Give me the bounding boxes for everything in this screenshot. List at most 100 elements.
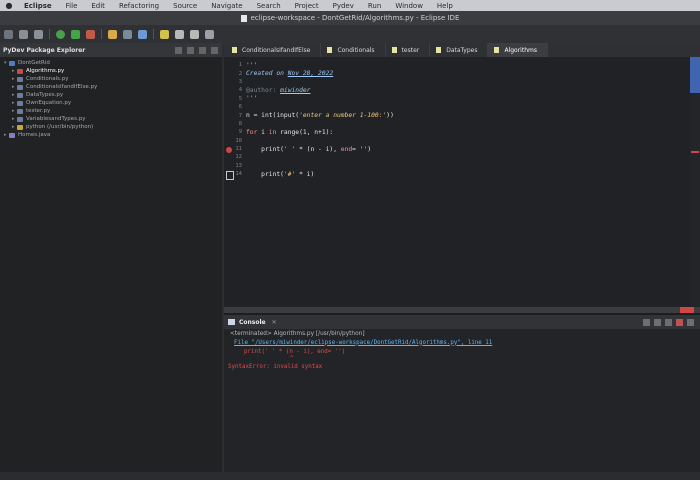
code-area[interactable]: 1 ''' 2 Created on Nov 28, 2022 3 4 @author… [224, 57, 700, 181]
error-marker-icon[interactable] [226, 147, 232, 154]
menu-project[interactable]: Project [295, 2, 319, 10]
tree-item-tester[interactable]: ▸ tester.py [0, 107, 222, 115]
code-line: 5 ''' [238, 95, 258, 103]
overview-ruler-thumb[interactable] [690, 57, 700, 93]
code-line: 7n = int(input('enter a number 1-100:')) [238, 112, 394, 120]
toolbar-divider [101, 29, 102, 39]
menu-help[interactable]: Help [437, 2, 453, 10]
code-line: 3 [238, 78, 242, 85]
remove-launch-icon[interactable] [654, 318, 661, 326]
document-icon [240, 14, 247, 22]
menu-window[interactable]: Window [395, 2, 423, 10]
terminate-icon[interactable] [676, 318, 683, 326]
console-icon [228, 319, 235, 325]
tree-item-project[interactable]: ▾ DontGetRid [0, 59, 222, 67]
macos-menubar: ● Eclipse File Edit Refactoring Source N… [0, 0, 700, 11]
menu-search[interactable]: Search [257, 2, 281, 10]
console-status-line: <terminated> Algorithms.py [/usr/bin/pyt… [230, 330, 365, 337]
pen-icon[interactable] [108, 29, 117, 39]
console-controls [639, 318, 694, 326]
tab-tester[interactable]: tester [386, 43, 431, 57]
menu-edit[interactable]: Edit [91, 2, 105, 10]
python-file-icon [17, 100, 23, 106]
pin-icon[interactable] [205, 29, 214, 39]
link-editor-icon[interactable] [187, 46, 194, 54]
tree-item-conditionals[interactable]: ▸ Conditionals.py [0, 75, 222, 83]
tab-datatypes[interactable]: DataTypes [430, 43, 489, 57]
package-explorer-header: PyDev Package Explorer [0, 43, 222, 57]
tab-console[interactable]: Console [239, 319, 266, 326]
new-icon[interactable] [4, 29, 13, 39]
window-title: eclipse-workspace - DontGetRid/Algorithm… [250, 14, 460, 22]
tab-algorithms[interactable]: Algorithms [488, 43, 548, 57]
editor-vertical-ruler[interactable] [690, 57, 700, 313]
python-interpreter-icon [17, 124, 23, 130]
code-line: 13 [235, 162, 242, 169]
python-file-icon [17, 108, 23, 114]
scroll-lock-icon[interactable] [665, 318, 672, 326]
menu-refactoring[interactable]: Refactoring [119, 2, 159, 10]
minimize-icon[interactable] [211, 46, 218, 54]
traceback-file-link[interactable]: File "/Users/miwinder/eclipse-workspace/… [224, 340, 492, 346]
editor-tabs: ConditionalsIfandIfElse Conditionals tes… [224, 43, 700, 57]
menu-navigate[interactable]: Navigate [211, 2, 242, 10]
error-ruler-marker[interactable] [691, 151, 699, 153]
file-icon [391, 47, 397, 53]
menu-app-eclipse[interactable]: Eclipse [24, 2, 52, 10]
code-line: 14 print('#' * i) [224, 170, 700, 181]
tree-item-homes-java[interactable]: ▸ Homes.java [0, 131, 222, 139]
python-file-icon [17, 92, 23, 98]
back-icon[interactable] [175, 29, 184, 39]
clear-console-icon[interactable] [643, 318, 650, 326]
save-all-icon[interactable] [34, 29, 43, 39]
file-icon [436, 47, 442, 53]
scrollbar-thumb[interactable] [680, 307, 694, 313]
editor-horizontal-scrollbar[interactable] [224, 307, 700, 313]
tree-item-algorithms[interactable]: ▸ Algorithms.py [0, 67, 222, 75]
save-icon[interactable] [19, 29, 28, 39]
text-cursor-icon [226, 171, 234, 181]
main-toolbar [0, 25, 700, 43]
traceback-line: File "/Users/miwinder/eclipse-workspace/… [224, 338, 700, 347]
tree-item-ownequation[interactable]: ▸ OwnEquation.py [0, 99, 222, 107]
run-icon[interactable] [71, 29, 80, 39]
code-editor[interactable]: ConditionalsIfandIfElse Conditionals tes… [224, 43, 700, 313]
python-file-icon [17, 116, 23, 122]
code-line: 12 [235, 154, 242, 161]
forward-icon[interactable] [190, 29, 199, 39]
apple-icon[interactable]: ● [4, 1, 14, 10]
search-icon[interactable] [123, 29, 132, 39]
tree-item-variables[interactable]: ▸ VariablesandTypes.py [0, 115, 222, 123]
package-explorer-title: PyDev Package Explorer [3, 46, 86, 54]
window-titlebar: eclipse-workspace - DontGetRid/Algorithm… [0, 11, 700, 25]
python-file-icon [17, 76, 23, 82]
python-file-icon [17, 68, 23, 74]
project-folder-icon [9, 60, 15, 66]
debug-icon[interactable] [56, 29, 65, 39]
tab-conditionals[interactable]: Conditionals [321, 43, 386, 57]
menu-pydev[interactable]: Pydev [333, 2, 354, 10]
console-panel: Console ✕ <terminated> Algorithms.py [/u… [224, 315, 700, 480]
tab-conditionals-ifelse[interactable]: ConditionalsIfandIfElse [226, 43, 322, 57]
open-type-icon[interactable] [138, 29, 147, 39]
menu-source[interactable]: Source [173, 2, 197, 10]
tree-item-conditionals-ifelse[interactable]: ▸ ConditionalsIfandIfElse.py [0, 83, 222, 91]
collapse-all-icon[interactable] [175, 46, 182, 54]
tree-item-datatypes[interactable]: ▸ DataTypes.py [0, 91, 222, 99]
menu-run[interactable]: Run [368, 2, 381, 10]
menu-file[interactable]: File [66, 2, 78, 10]
code-line: 10 [235, 137, 242, 144]
tree-item-interpreter[interactable]: ▸ python (/usr/bin/python) [0, 123, 222, 131]
pin-console-icon[interactable] [687, 318, 694, 326]
annotation-icon[interactable] [160, 29, 169, 39]
console-header: Console ✕ [224, 315, 700, 329]
code-line: 4 @author: miwinder [238, 86, 311, 94]
status-bar [0, 472, 700, 480]
file-icon [327, 47, 333, 53]
file-icon [494, 47, 500, 53]
close-icon[interactable]: ✕ [272, 319, 277, 326]
view-menu-icon[interactable] [199, 46, 206, 54]
code-line: 8 [238, 120, 242, 127]
file-icon [232, 47, 237, 53]
stop-icon[interactable] [86, 29, 95, 39]
